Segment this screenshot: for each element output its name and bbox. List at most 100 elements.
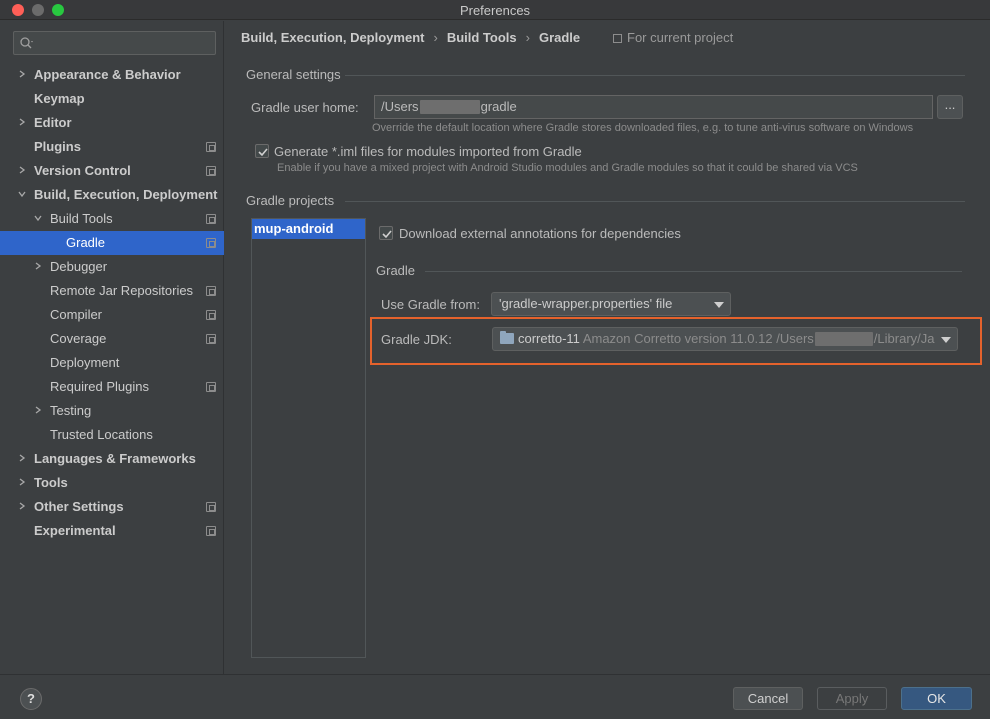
sidebar-item-build-execution-deployment[interactable]: Build, Execution, Deployment	[0, 183, 224, 207]
apply-button[interactable]: Apply	[817, 687, 887, 710]
use-gradle-from-select[interactable]: 'gradle-wrapper.properties' file	[491, 292, 731, 316]
divider	[345, 201, 965, 202]
project-scope-icon	[206, 238, 216, 248]
checkmark-icon	[258, 148, 268, 157]
breadcrumb: Build, Execution, Deployment › Build Tools…	[241, 29, 580, 47]
checkmark-icon	[382, 230, 392, 239]
general-settings-title: General settings	[246, 67, 341, 82]
dropdown-arrow-icon	[714, 302, 724, 308]
scope-indicator: For current project	[613, 29, 733, 47]
chevron-right-icon[interactable]	[16, 471, 28, 495]
search-icon	[19, 35, 35, 51]
sidebar-item-appearance-behavior[interactable]: Appearance & Behavior	[0, 63, 224, 87]
gradle-settings-panel: Build, Execution, Deployment › Build Tools…	[225, 21, 990, 674]
gradle-section-title: Gradle	[376, 263, 416, 278]
chevron-right-icon[interactable]	[16, 111, 28, 135]
sidebar-item-remote-jar-repositories[interactable]: Remote Jar Repositories	[0, 279, 224, 303]
window-title: Preferences	[459, 3, 531, 18]
project-scope-icon	[206, 142, 216, 152]
sidebar-item-label: Build, Execution, Deployment	[34, 187, 218, 202]
breadcrumb-item-build[interactable]: Build, Execution, Deployment	[241, 29, 424, 47]
project-item-mup-android[interactable]: mup-android	[252, 219, 365, 239]
jdk-name: corretto-11	[518, 331, 580, 346]
project-scope-icon	[206, 310, 216, 320]
sidebar-item-label: Experimental	[34, 523, 116, 538]
divider	[345, 75, 965, 76]
sidebar-item-gradle[interactable]: Gradle	[0, 231, 224, 255]
download-annotations-checkbox[interactable]	[379, 226, 393, 240]
chevron-right-icon[interactable]	[16, 159, 28, 183]
sidebar-item-compiler[interactable]: Compiler	[0, 303, 224, 327]
gradle-projects-title: Gradle projects	[246, 193, 335, 208]
sidebar-item-label: Debugger	[50, 259, 108, 274]
user-home-prefix: /Users	[381, 99, 419, 114]
sidebar-item-label: Coverage	[50, 331, 107, 346]
project-scope-icon	[206, 166, 216, 176]
generate-iml-checkbox[interactable]	[255, 144, 269, 158]
sidebar-item-testing[interactable]: Testing	[0, 399, 224, 423]
sidebar-item-experimental[interactable]: Experimental	[0, 519, 224, 543]
sidebar-item-label: Editor	[34, 115, 72, 130]
redacted-username	[419, 100, 480, 114]
user-home-suffix: gradle	[480, 99, 517, 114]
chevron-right-icon[interactable]	[16, 63, 28, 87]
chevron-down-icon[interactable]	[32, 207, 44, 231]
sidebar-item-tools[interactable]: Tools	[0, 471, 224, 495]
sidebar-item-label: Tools	[34, 475, 68, 490]
sidebar-item-label: Languages & Frameworks	[34, 451, 196, 466]
sidebar-item-label: Build Tools	[50, 211, 113, 226]
redacted-username	[814, 332, 873, 346]
project-scope-icon	[206, 502, 216, 512]
download-annotations-label: Download external annotations for depend…	[399, 226, 681, 241]
sidebar-item-label: Appearance & Behavior	[34, 67, 181, 82]
chevron-down-icon[interactable]	[16, 183, 28, 207]
project-scope-icon	[206, 214, 216, 224]
sidebar-item-trusted-locations[interactable]: Trusted Locations	[0, 423, 224, 447]
sidebar-item-debugger[interactable]: Debugger	[0, 255, 224, 279]
sidebar-item-label: Plugins	[34, 139, 81, 154]
sidebar-item-build-tools[interactable]: Build Tools	[0, 207, 224, 231]
gradle-jdk-select[interactable]: corretto-11 Amazon Corretto version 11.0…	[492, 327, 958, 351]
sidebar-item-deployment[interactable]: Deployment	[0, 351, 224, 375]
sidebar-item-required-plugins[interactable]: Required Plugins	[0, 375, 224, 399]
scope-label: For current project	[627, 30, 734, 45]
gradle-user-home-input[interactable]: /Users gradle	[374, 95, 933, 119]
chevron-right-icon[interactable]	[32, 399, 44, 423]
dialog-footer: ? Cancel Apply OK	[0, 674, 990, 719]
breadcrumb-item-gradle: Gradle	[538, 30, 581, 45]
chevron-right-icon[interactable]	[16, 447, 28, 471]
sidebar-item-label: Keymap	[34, 91, 85, 106]
generate-iml-hint: Enable if you have a mixed project with …	[277, 162, 858, 174]
chevron-right-icon[interactable]	[32, 255, 44, 279]
jdk-description: Amazon Corretto version 11.0.12 /Users	[582, 331, 814, 346]
sidebar-item-coverage[interactable]: Coverage	[0, 327, 224, 351]
sidebar-item-label: Required Plugins	[50, 379, 150, 394]
sidebar-item-label: Compiler	[50, 307, 103, 322]
help-button[interactable]: ?	[20, 688, 42, 710]
chevron-right-icon[interactable]	[16, 495, 28, 519]
sidebar-item-label: Other Settings	[34, 499, 124, 514]
sidebar-item-version-control[interactable]: Version Control	[0, 159, 224, 183]
folder-icon	[500, 331, 514, 344]
sidebar-item-plugins[interactable]: Plugins	[0, 135, 224, 159]
settings-tree: Appearance & Behavior Keymap Editor Plugins…	[0, 63, 224, 543]
title-bar: Preferences	[0, 0, 990, 20]
sidebar-item-keymap[interactable]: Keymap	[0, 87, 224, 111]
breadcrumb-separator: ›	[433, 30, 438, 45]
ok-button[interactable]: OK	[901, 687, 972, 710]
sidebar-item-label: Version Control	[34, 163, 131, 178]
sidebar-item-languages-frameworks[interactable]: Languages & Frameworks	[0, 447, 224, 471]
sidebar-item-label: Deployment	[50, 355, 120, 370]
gradle-jdk-label: Gradle JDK:	[381, 332, 452, 347]
sidebar-item-label: Trusted Locations	[50, 427, 153, 442]
browse-button[interactable]: ...	[937, 95, 963, 119]
sidebar-item-label: Remote Jar Repositories	[50, 283, 194, 298]
sidebar-item-editor[interactable]: Editor	[0, 111, 224, 135]
project-scope-icon	[206, 334, 216, 344]
sidebar-item-other-settings[interactable]: Other Settings	[0, 495, 224, 519]
user-home-hint: Override the default location where Grad…	[372, 122, 914, 134]
breadcrumb-item-build-tools[interactable]: Build Tools	[447, 29, 517, 47]
project-scope-icon	[206, 526, 216, 536]
settings-search-input[interactable]	[13, 31, 216, 55]
cancel-button[interactable]: Cancel	[733, 687, 803, 710]
